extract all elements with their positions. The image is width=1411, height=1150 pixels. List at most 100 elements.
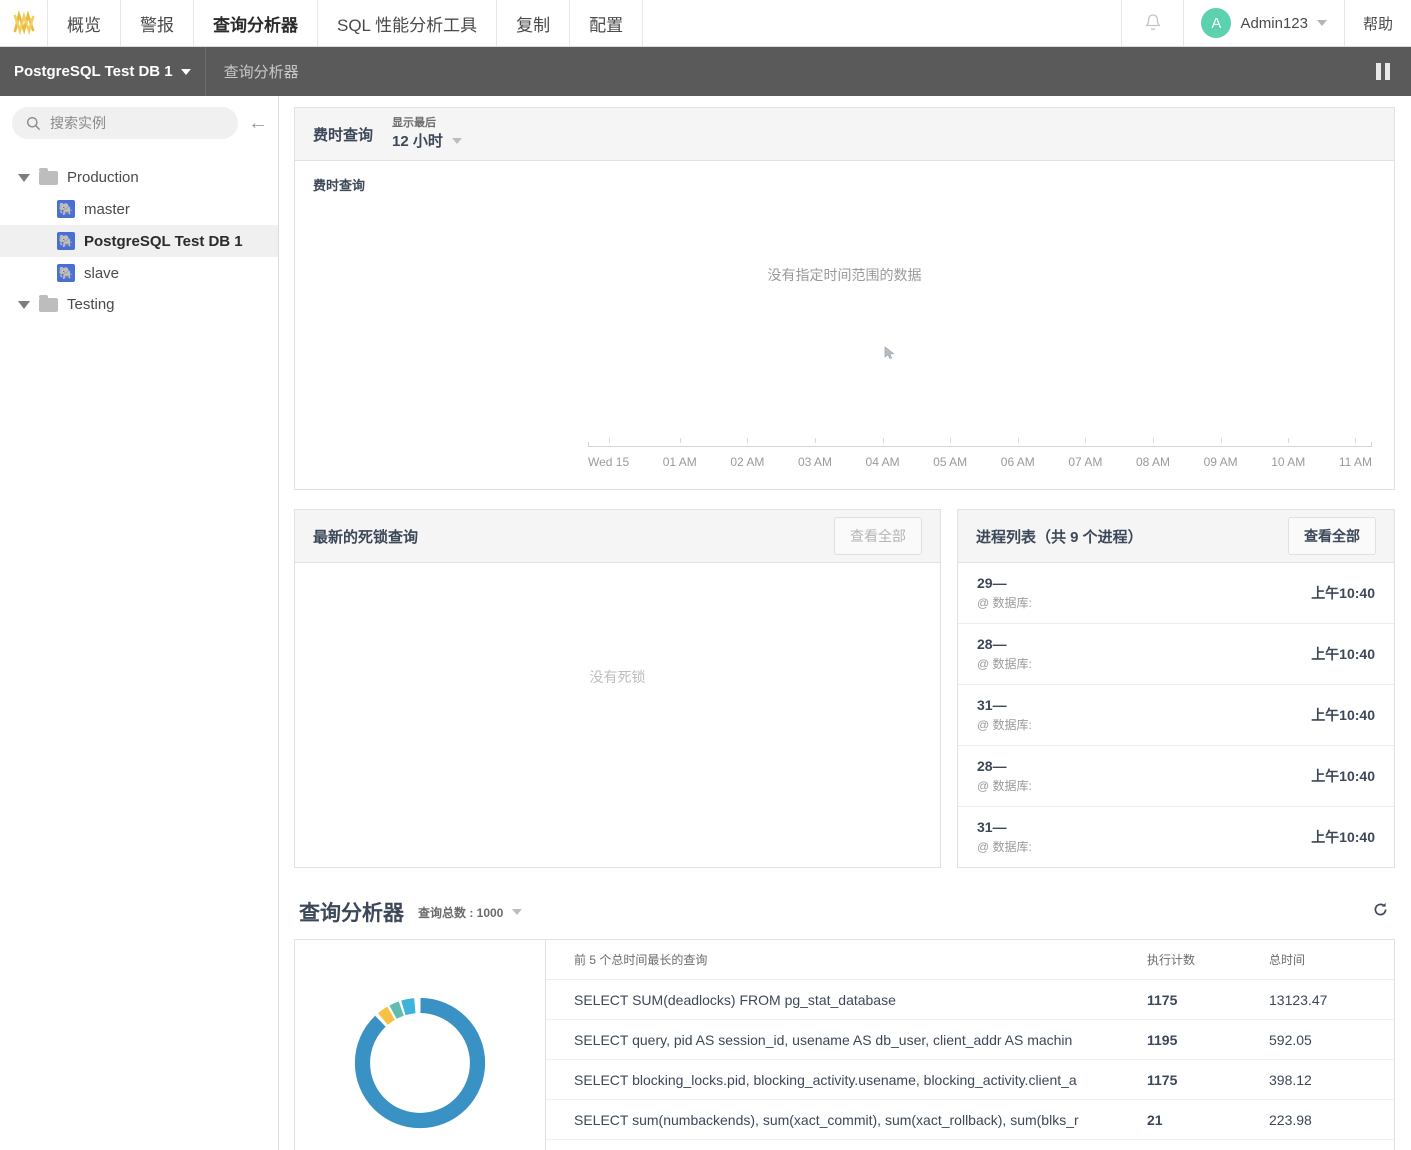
process-time: 上午10:40 (1311, 705, 1375, 725)
process-db: @ 数据库: (977, 777, 1032, 794)
postgresql-icon: 🐘 (57, 200, 75, 218)
process-list-card-header: 进程列表（共 9 个进程） 查看全部 (958, 510, 1394, 563)
deadlock-card-header: 最新的死锁查询 查看全部 (295, 510, 940, 563)
tree-folder-production[interactable]: Production (0, 162, 278, 193)
help-link[interactable]: 帮助 (1345, 0, 1411, 46)
process-row[interactable]: 31— @ 数据库: 上午10:40 (958, 807, 1394, 867)
column-header-count: 执行计数 (1147, 951, 1269, 968)
table-row[interactable]: SELECT query, pid AS session_id, usename… (546, 1020, 1394, 1060)
chevron-down-icon (18, 174, 30, 182)
process-pid: 29— (977, 575, 1032, 591)
query-analyzer-header: 查询分析器 查询总数 : 1000 (299, 897, 1395, 927)
app-logo[interactable] (0, 0, 48, 46)
chevron-down-icon (1317, 20, 1327, 26)
time-range-selector[interactable]: 显示最后 12 小时 (392, 117, 462, 151)
chevron-down-icon (452, 138, 462, 144)
refresh-button[interactable] (1372, 901, 1389, 923)
x-tick: 03 AM (798, 455, 832, 469)
x-tick: Wed 15 (588, 455, 629, 469)
column-header-query: 前 5 个总时间最长的查询 (574, 951, 1147, 968)
tree-item-label: slave (84, 265, 119, 282)
time-range-label: 显示最后 (392, 117, 462, 130)
cell-count: 21 (1147, 1112, 1269, 1128)
tree-folder-label: Testing (67, 296, 115, 313)
chart-empty-message: 没有指定时间范围的数据 (295, 265, 1394, 285)
help-label: 帮助 (1363, 13, 1393, 34)
chart-x-ticks: Wed 15 01 AM 02 AM 03 AM 04 AM 05 AM 06 … (588, 455, 1372, 469)
nav-item-alerts[interactable]: 警报 (121, 0, 194, 46)
folder-icon (39, 298, 58, 312)
cell-query: SELECT sum(numbackends), sum(xact_commit… (574, 1112, 1147, 1128)
x-tick: 10 AM (1271, 455, 1305, 469)
nav-item-sql-profiler[interactable]: SQL 性能分析工具 (318, 0, 497, 46)
db-selector[interactable]: PostgreSQL Test DB 1 (0, 47, 206, 96)
tree-folder-testing[interactable]: Testing (0, 289, 278, 320)
cell-query: SELECT SUM(deadlocks) FROM pg_stat_datab… (574, 992, 1147, 1008)
chart-inner-title: 费时查询 (313, 175, 365, 194)
secondary-row: 最新的死锁查询 查看全部 没有死锁 进程列表（共 9 个进程） 查看全部 29— (294, 509, 1395, 868)
x-tick: 09 AM (1204, 455, 1238, 469)
process-list: 29— @ 数据库: 上午10:40 28— @ 数据库: 上午10:40 (958, 563, 1394, 867)
table-row[interactable]: SELECT blocking_locks.pid, blocking_acti… (546, 1060, 1394, 1100)
process-pid: 31— (977, 697, 1032, 713)
context-bar: PostgreSQL Test DB 1 查询分析器 (0, 47, 1411, 96)
nav-item-configuration[interactable]: 配置 (570, 0, 643, 46)
process-pid: 31— (977, 819, 1032, 835)
table-row[interactable]: select sum(pg_database_size(datname)) as… (546, 1140, 1394, 1150)
process-time: 上午10:40 (1311, 827, 1375, 847)
card-title: 费时查询 (313, 124, 373, 145)
process-view-all-button[interactable]: 查看全部 (1288, 517, 1376, 555)
nav-label: 查询分析器 (213, 11, 298, 36)
total-queries-selector[interactable]: 查询总数 : 1000 (418, 904, 522, 921)
process-time: 上午10:40 (1311, 644, 1375, 664)
postgresql-icon: 🐘 (57, 232, 75, 250)
cell-total: 592.05 (1269, 1032, 1394, 1048)
tree-item-postgresql-test-db-1[interactable]: 🐘 PostgreSQL Test DB 1 (0, 225, 278, 257)
table-row[interactable]: SELECT SUM(deadlocks) FROM pg_stat_datab… (546, 980, 1394, 1020)
process-row[interactable]: 31— @ 数据库: 上午10:40 (958, 685, 1394, 746)
nav-label: 复制 (516, 11, 550, 36)
pause-icon-2 (1385, 63, 1390, 80)
cell-total: 398.12 (1269, 1072, 1394, 1088)
search-input[interactable]: 搜索实例 (12, 107, 238, 139)
nav-label: 概览 (67, 11, 101, 36)
x-tick: 11 AM (1339, 455, 1372, 469)
table-header-row: 前 5 个总时间最长的查询 执行计数 总时间 (546, 940, 1394, 980)
notifications-button[interactable] (1122, 0, 1184, 46)
nav-label: SQL 性能分析工具 (337, 11, 477, 36)
query-distribution-donut[interactable] (295, 940, 546, 1150)
process-row[interactable]: 28— @ 数据库: 上午10:40 (958, 624, 1394, 685)
collapse-sidebar-button[interactable]: ← (248, 113, 268, 133)
folder-icon (39, 171, 58, 185)
db-selector-label: PostgreSQL Test DB 1 (14, 63, 173, 80)
cursor-icon (883, 346, 897, 360)
process-row[interactable]: 29— @ 数据库: 上午10:40 (958, 563, 1394, 624)
user-menu[interactable]: A Admin123 (1184, 0, 1345, 46)
nav-spacer (643, 0, 1122, 46)
nav-item-overview[interactable]: 概览 (48, 0, 121, 46)
time-range-value: 12 小时 (392, 130, 443, 151)
deadlock-view-all-button[interactable]: 查看全部 (834, 517, 922, 555)
breadcrumb-label: 查询分析器 (224, 61, 299, 82)
top-navigation: 概览 警报 查询分析器 SQL 性能分析工具 复制 配置 A Admin123 … (0, 0, 1411, 47)
nav-item-replication[interactable]: 复制 (497, 0, 570, 46)
x-tick: 04 AM (866, 455, 900, 469)
table-row[interactable]: SELECT sum(numbackends), sum(xact_commit… (546, 1100, 1394, 1140)
cell-count: 1175 (1147, 1072, 1269, 1088)
cell-total: 223.98 (1269, 1112, 1394, 1128)
postgresql-icon: 🐘 (57, 264, 75, 282)
pause-button[interactable] (1355, 47, 1411, 96)
search-placeholder: 搜索实例 (50, 113, 106, 133)
donut-chart (344, 987, 496, 1139)
slow-query-card-header: 费时查询 显示最后 12 小时 (295, 108, 1394, 161)
x-tick: 02 AM (730, 455, 764, 469)
tree-item-master[interactable]: 🐘 master (0, 193, 278, 225)
process-row[interactable]: 28— @ 数据库: 上午10:40 (958, 746, 1394, 807)
slow-query-chart[interactable]: 费时查询 没有指定时间范围的数据 Wed 15 01 AM 02 AM 03 A… (295, 161, 1394, 489)
tree-item-slave[interactable]: 🐘 slave (0, 257, 278, 289)
nav-item-query-analyzer[interactable]: 查询分析器 (194, 0, 318, 46)
tree-item-label: master (84, 201, 130, 218)
search-icon (26, 116, 41, 131)
total-queries-label: 查询总数 : 1000 (418, 904, 503, 921)
user-name: Admin123 (1240, 15, 1308, 32)
